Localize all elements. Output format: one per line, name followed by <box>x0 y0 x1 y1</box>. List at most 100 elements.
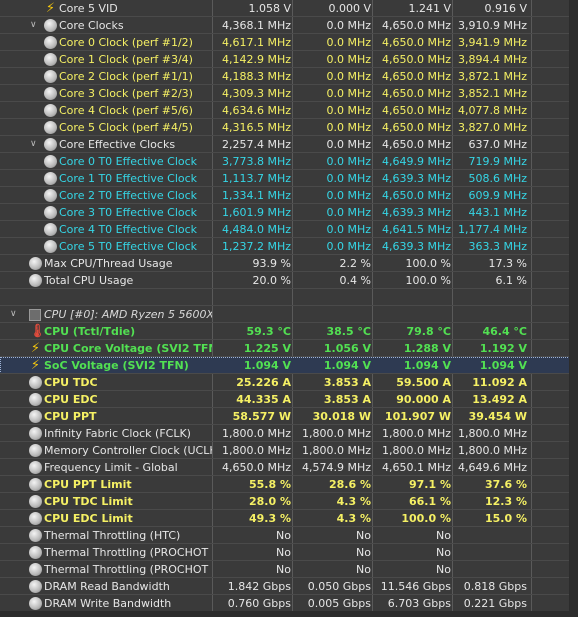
current-value <box>214 306 291 323</box>
sensor-label-cell: CPU PPT Limit <box>0 476 212 493</box>
sensor-label-cell: Core 3 T0 Effective Clock <box>0 204 212 221</box>
minimum-value: 0.0 MHz <box>326 87 371 100</box>
table-row[interactable]: ∨ Core Effective Clocks 2,257.4 MHz 0.0 MHz… <box>0 136 578 153</box>
maximum-value: 6.703 Gbps <box>387 597 451 610</box>
minimum-value: 0.000 V <box>328 2 371 15</box>
clock-icon <box>29 257 42 270</box>
minimum-value: 1,800.0 MHz <box>301 427 371 440</box>
minimum-value: 0.0 MHz <box>326 104 371 117</box>
sensor-name: Core 3 Clock (perf #2/3) <box>59 87 193 100</box>
table-row[interactable]: Total CPU Usage 20.0 % 0.4 % 100.0 % 6.1 % <box>0 272 578 289</box>
table-row[interactable]: Thermal Throttling (PROCHOT C... No No No <box>0 544 578 561</box>
average-value <box>453 527 527 544</box>
sensor-name: Core 5 T0 Effective Clock <box>59 240 198 253</box>
maximum-value: 4,650.0 MHz <box>381 87 451 100</box>
table-row[interactable]: Thermal Throttling (PROCHOT E... No No No <box>0 561 578 578</box>
table-row[interactable]: Memory Controller Clock (UCLK) 1,800.0 MH… <box>0 442 578 459</box>
average-value: 1,800.0 MHz <box>457 427 527 440</box>
sensor-name: Total CPU Usage <box>44 274 134 287</box>
current-value: No <box>276 563 291 576</box>
sensor-label-cell: Core 0 T0 Effective Clock <box>0 153 212 170</box>
table-row[interactable] <box>0 289 578 306</box>
table-row[interactable]: CPU TDC Limit 28.0 % 4.3 % 66.1 % 12.3 % <box>0 493 578 510</box>
table-row[interactable]: DRAM Write Bandwidth 0.760 Gbps 0.005 Gbps… <box>0 595 578 612</box>
table-row[interactable]: Core 5 T0 Effective Clock 1,237.2 MHz 0.0 … <box>0 238 578 255</box>
maximum-value: 4,639.3 MHz <box>381 206 451 219</box>
sensor-label-cell: Frequency Limit - Global <box>0 459 212 476</box>
current-value: 1.225 V <box>243 342 291 355</box>
table-row[interactable]: Core 1 T0 Effective Clock 1,113.7 MHz 0.0 … <box>0 170 578 187</box>
table-row[interactable]: Core 1 Clock (perf #3/4) 4,142.9 MHz 0.0 M… <box>0 51 578 68</box>
voltage-icon: ⚡ <box>30 358 41 373</box>
vertical-scrollbar[interactable] <box>569 0 578 617</box>
voltage-icon: ⚡ <box>30 341 41 356</box>
sensor-name: CPU TDC <box>44 376 98 389</box>
maximum-value: 4,639.3 MHz <box>381 240 451 253</box>
minimum-value: 3.853 A <box>323 393 371 406</box>
average-value: 39.454 W <box>468 410 527 423</box>
sensor-label-cell: Thermal Throttling (PROCHOT C... <box>0 544 212 561</box>
minimum-value: 0.0 MHz <box>326 223 371 236</box>
table-row[interactable]: DRAM Read Bandwidth 1.842 Gbps 0.050 Gbps 1… <box>0 578 578 595</box>
table-row[interactable]: Core 3 T0 Effective Clock 1,601.9 MHz 0.0 … <box>0 204 578 221</box>
average-value: 443.1 MHz <box>468 206 527 219</box>
table-row[interactable]: ⚡ Core 5 VID 1.058 V 0.000 V 1.241 V 0.916 V <box>0 0 578 17</box>
maximum-value: 97.1 % <box>409 478 451 491</box>
table-row[interactable]: Core 4 Clock (perf #5/6) 4,634.6 MHz 0.0 M… <box>0 102 578 119</box>
minimum-value: 4.3 % <box>336 495 371 508</box>
sensor-name: Frequency Limit - Global <box>44 461 178 474</box>
average-value: 3,872.1 MHz <box>457 70 527 83</box>
sensor-name: Core 4 Clock (perf #5/6) <box>59 104 193 117</box>
table-row[interactable]: CPU PPT 58.577 W 30.018 W 101.907 W 39.454 W <box>0 408 578 425</box>
table-row[interactable]: Core 5 Clock (perf #4/5) 4,316.5 MHz 0.0 M… <box>0 119 578 136</box>
table-row[interactable]: Core 0 Clock (perf #1/2) 4,617.1 MHz 0.0 M… <box>0 34 578 51</box>
table-row[interactable]: CPU EDC 44.335 A 3.853 A 90.000 A 13.492 A <box>0 391 578 408</box>
average-value: 4,077.8 MHz <box>457 104 527 117</box>
table-row[interactable]: ⚡ SoC Voltage (SVI2 TFN) 1.094 V 1.094 V 1.0… <box>0 357 578 374</box>
table-row[interactable]: Core 2 T0 Effective Clock 1,334.1 MHz 0.0 … <box>0 187 578 204</box>
chevron-down-icon[interactable]: ∨ <box>30 136 40 153</box>
table-row[interactable]: 🌡 CPU (Tctl/Tdie) 59.3 °C 38.5 °C 79.8 °C 46.… <box>0 323 578 340</box>
table-row[interactable]: CPU EDC Limit 49.3 % 4.3 % 100.0 % 15.0 % <box>0 510 578 527</box>
table-row[interactable]: Core 2 Clock (perf #1/1) 4,188.3 MHz 0.0 M… <box>0 68 578 85</box>
table-row[interactable]: Core 4 T0 Effective Clock 4,484.0 MHz 0.0 … <box>0 221 578 238</box>
sensor-group-header[interactable]: ∨ CPU [#0]: AMD Ryzen 5 5600X:... <box>0 306 578 323</box>
minimum-value: 28.6 % <box>329 478 371 491</box>
average-value <box>453 561 527 578</box>
current-value: 4,484.0 MHz <box>221 223 291 236</box>
average-value: 719.9 MHz <box>468 155 527 168</box>
table-row[interactable]: Core 0 T0 Effective Clock 3,773.8 MHz 0.0 … <box>0 153 578 170</box>
minimum-value: 0.0 MHz <box>326 240 371 253</box>
clock-icon <box>29 580 42 593</box>
table-row[interactable]: ⚡ CPU Core Voltage (SVI2 TFN) 1.225 V 1.056… <box>0 340 578 357</box>
clock-icon <box>44 121 57 134</box>
current-value: No <box>276 529 291 542</box>
clock-icon <box>29 410 42 423</box>
table-row[interactable]: CPU PPT Limit 55.8 % 28.6 % 97.1 % 37.6 % <box>0 476 578 493</box>
sensor-name: Thermal Throttling (HTC) <box>44 529 181 542</box>
table-row[interactable]: Thermal Throttling (HTC) No No No <box>0 527 578 544</box>
current-value: 1.058 V <box>248 2 291 15</box>
chevron-down-icon[interactable]: ∨ <box>30 17 40 34</box>
sensor-name: Max CPU/Thread Usage <box>44 257 173 270</box>
minimum-value: 0.4 % <box>339 274 371 287</box>
minimum-value: 1.056 V <box>323 342 371 355</box>
sensor-name: CPU Core Voltage (SVI2 TFN) <box>44 342 212 355</box>
table-row[interactable]: ∨ Core Clocks 4,368.1 MHz 0.0 MHz 4,650.0 MH… <box>0 17 578 34</box>
table-row[interactable]: Core 3 Clock (perf #2/3) 4,309.3 MHz 0.0 M… <box>0 85 578 102</box>
sensor-label-cell: CPU EDC Limit <box>0 510 212 527</box>
maximum-value: 4,650.1 MHz <box>381 461 451 474</box>
clock-icon <box>29 444 42 457</box>
average-value: 6.1 % <box>495 274 527 287</box>
sensor-name: CPU (Tctl/Tdie) <box>44 325 136 338</box>
table-row[interactable]: Frequency Limit - Global 4,650.0 MHz 4,574… <box>0 459 578 476</box>
table-row[interactable]: Infinity Fabric Clock (FCLK) 1,800.0 MHz 1… <box>0 425 578 442</box>
table-row[interactable]: CPU TDC 25.226 A 3.853 A 59.500 A 11.092 A <box>0 374 578 391</box>
table-row[interactable]: Max CPU/Thread Usage 93.9 % 2.2 % 100.0 % 17… <box>0 255 578 272</box>
cpu-chip-icon <box>29 309 41 321</box>
minimum-value: 0.0 MHz <box>326 121 371 134</box>
chevron-down-icon[interactable]: ∨ <box>10 306 20 323</box>
minimum-value: 0.005 Gbps <box>307 597 371 610</box>
maximum-value: 4,641.5 MHz <box>381 223 451 236</box>
horizontal-scrollbar[interactable] <box>0 611 578 617</box>
